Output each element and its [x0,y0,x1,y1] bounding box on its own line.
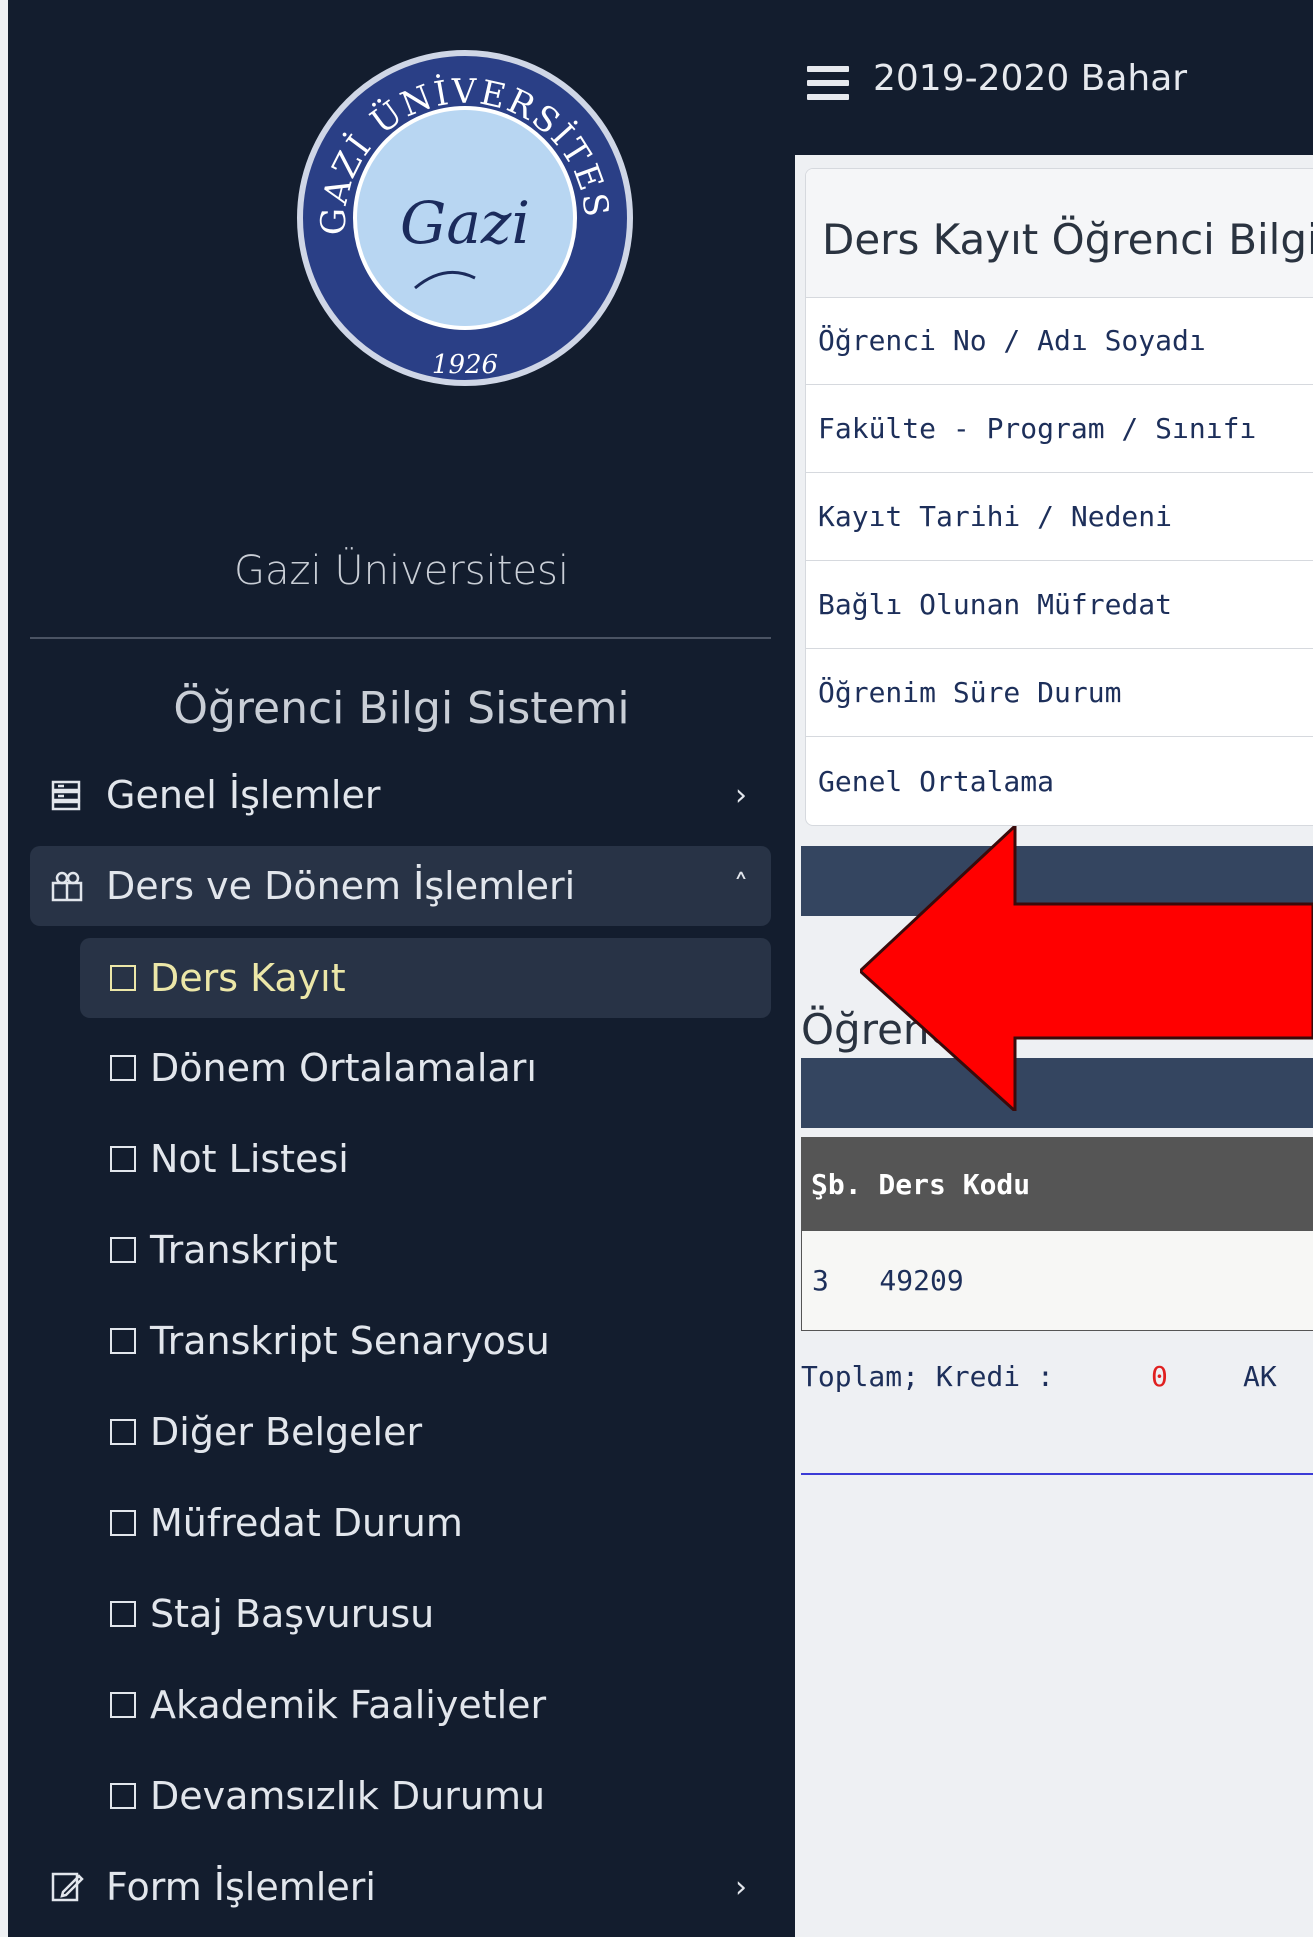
submenu-item-ders-kayit[interactable]: Ders Kayıt [80,938,771,1018]
outer-frame [0,0,8,1937]
menu-ders-donem-islemleri[interactable]: Ders ve Dönem İşlemleri ˄ [30,846,771,926]
square-icon [110,965,136,991]
submenu-item-transkript[interactable]: Transkript [80,1210,771,1290]
submenu-item-diger-belgeler[interactable]: Diğer Belgeler [80,1392,771,1472]
submenu-item-staj-basvurusu[interactable]: Staj Başvurusu [80,1574,771,1654]
submenu-label: Not Listesi [150,1137,349,1181]
menu-genel-islemler[interactable]: Genel İşlemler › [30,755,771,835]
submenu-label: Ders Kayıt [150,956,346,1000]
edit-form-icon [30,1870,106,1904]
submenu-label: Dönem Ortalamaları [150,1046,537,1090]
svg-text:1926: 1926 [432,350,498,380]
square-icon [110,1146,136,1172]
square-icon [110,1237,136,1263]
users-icon [30,869,106,903]
info-row: Öğrenim Süre Durum [806,649,1313,737]
table-header: Şb. Ders Kodu [801,1137,1313,1231]
student-info-card: Ders Kayıt Öğrenci Bilgiler Öğrenci No /… [805,168,1313,826]
svg-text:Gazi: Gazi [400,189,530,257]
submenu-label: Devamsızlık Durumu [150,1774,546,1818]
hamburger-icon[interactable] [807,66,849,108]
totals-label: Toplam; Kredi : [801,1360,1054,1393]
submenu-item-mufredat-durum[interactable]: Müfredat Durum [80,1483,771,1563]
server-icon [30,779,106,811]
square-icon [110,1055,136,1081]
separator-line [801,1473,1313,1475]
menu-label: Ders ve Dönem İşlemleri [106,864,576,908]
square-icon [110,1419,136,1445]
top-bar: 2019-2020 Bahar [795,0,1313,155]
submenu-item-not-listesi[interactable]: Not Listesi [80,1119,771,1199]
submenu-item-transkript-senaryosu[interactable]: Transkript Senaryosu [80,1301,771,1381]
menu-label: Form İşlemleri [106,1865,376,1909]
card-title: Ders Kayıt Öğrenci Bilgiler [822,215,1313,264]
credit-total: 0 [1151,1360,1168,1393]
submenu-label: Transkript Senaryosu [150,1319,550,1363]
sidebar-divider [30,637,771,639]
square-icon [110,1692,136,1718]
menu-label: Genel İşlemler [106,773,381,817]
sidebar: GAZİ ÜNİVERSİTESİ 1926 Gazi Gazi Ünivers… [8,0,795,1937]
university-logo: GAZİ ÜNİVERSİTESİ 1926 Gazi [287,17,635,388]
info-row: Öğrenci No / Adı Soyadı [806,297,1313,385]
info-row: Fakülte - Program / Sınıfı [806,385,1313,473]
red-arrow-annotation [857,822,1313,1115]
info-row: Bağlı Olunan Müfredat [806,561,1313,649]
totals-next-label: AK [1243,1360,1277,1393]
chevron-right-icon: › [735,777,747,813]
square-icon [110,1783,136,1809]
info-row: Genel Ortalama [818,764,1055,798]
term-label: 2019-2020 Bahar [873,58,1188,99]
chevron-right-icon: › [735,1869,747,1905]
menu-form-islemleri[interactable]: Form İşlemleri › [30,1847,771,1927]
submenu-item-devamsizlik-durumu[interactable]: Devamsızlık Durumu [80,1756,771,1836]
square-icon [110,1601,136,1627]
org-name: Gazi Üniversitesi [234,548,569,594]
submenu-label: Transkript [150,1228,338,1272]
info-row: Kayıt Tarihi / Nedeni [806,473,1313,561]
square-icon [110,1328,136,1354]
app-name: Öğrenci Bilgi Sistemi [173,683,630,734]
submenu-label: Müfredat Durum [150,1501,463,1545]
submenu-label: Staj Başvurusu [150,1592,435,1636]
totals-row: Toplam; Kredi : 0 AK [801,1360,1313,1400]
table-row[interactable]: 3 49209 [801,1231,1313,1331]
submenu-label: Akademik Faaliyetler [150,1683,547,1727]
submenu-item-akademik-faaliyetler[interactable]: Akademik Faaliyetler [80,1665,771,1745]
chevron-up-icon: ˄ [733,868,749,904]
square-icon [110,1510,136,1536]
submenu-label: Diğer Belgeler [150,1410,423,1454]
submenu-item-donem-ortalamalari[interactable]: Dönem Ortalamaları [80,1028,771,1108]
